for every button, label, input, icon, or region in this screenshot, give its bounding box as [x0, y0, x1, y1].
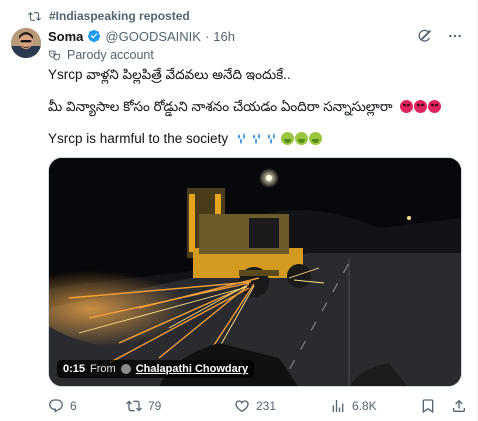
video-duration: 0:15 [63, 363, 86, 375]
like-count: 231 [256, 399, 277, 413]
video-frame [49, 158, 461, 386]
repost-icon [28, 11, 41, 21]
heart-icon [235, 400, 249, 413]
from-label: From [90, 363, 116, 375]
theater-masks-icon [49, 50, 60, 60]
author-handle[interactable]: @GOODSAINIK [105, 29, 201, 44]
views-count: 6.8K [352, 399, 377, 413]
vomiting-face-icon [294, 132, 308, 145]
more-icon[interactable] [447, 28, 463, 44]
sweat-droplets-icon [267, 133, 275, 144]
angry-face-icon [414, 100, 428, 113]
vomiting-face-icon [280, 132, 294, 145]
post-time[interactable]: 16h [213, 29, 235, 44]
angry-emojis [400, 100, 442, 113]
author-name[interactable]: Soma [48, 29, 83, 44]
grok-icon[interactable] [417, 28, 433, 44]
vomiting-face-icon [308, 132, 322, 145]
tweet-text-line-3-text: Ysrcp is harmful to the society [48, 131, 229, 146]
sweat-droplets-icon [252, 133, 260, 144]
reply-count: 6 [70, 399, 77, 413]
reaction-emojis [236, 132, 322, 145]
share-icon [453, 399, 465, 412]
avatar[interactable] [11, 28, 41, 58]
repost-button[interactable]: 79 [126, 398, 161, 414]
reply-icon [49, 399, 63, 413]
video-player[interactable]: 0:15 From Chalapathi Chowdary [48, 157, 462, 387]
views-chart-icon [332, 400, 344, 412]
repost-label: #Indiaspeaking reposted [49, 9, 190, 23]
video-info-overlay[interactable]: 0:15 From Chalapathi Chowdary [57, 360, 255, 378]
parody-label: Parody account [48, 47, 154, 63]
bookmark-icon [422, 399, 434, 414]
tweet-card[interactable]: #Indiaspeaking reposted Soma @GOODSAINIK… [0, 0, 478, 421]
header-actions [417, 28, 463, 44]
action-bar: 6 79 231 6.8K [48, 398, 470, 416]
repost-context[interactable]: #Indiaspeaking reposted [28, 8, 190, 24]
separator-dot: · [204, 28, 210, 44]
source-avatar [120, 364, 131, 374]
views-button[interactable]: 6.8K [330, 398, 377, 414]
parody-label-text: Parody account [67, 48, 154, 62]
tweet-text-line-3: Ysrcp is harmful to the society [48, 130, 322, 148]
tweet-text-line-2-text: మీ విన్యాసాల కోసం రోడ్డుని నాశనం చేయడం ఏ… [48, 99, 393, 114]
like-button[interactable]: 231 [234, 398, 276, 414]
repost-count: 79 [148, 399, 162, 413]
repost-icon [126, 400, 142, 412]
video-source-link[interactable]: Chalapathi Chowdary [136, 363, 248, 375]
bookmark-button[interactable] [420, 398, 436, 414]
sweat-droplets-icon [237, 133, 245, 144]
angry-face-icon [428, 100, 442, 113]
tweet-text-line-2: మీ విన్యాసాల కోసం రోడ్డుని నాశనం చేయడం ఏ… [48, 98, 442, 116]
share-button[interactable] [451, 398, 467, 414]
tweet-header: Soma @GOODSAINIK · 16h [48, 28, 235, 44]
angry-face-icon [400, 100, 414, 113]
tweet-text-line-1: Ysrcp వాళ్లని పిల్లపిత్రే వేదవలు అనేది ఇ… [48, 67, 291, 82]
verified-badge-icon[interactable] [87, 29, 101, 43]
reply-button[interactable]: 6 [48, 398, 77, 414]
